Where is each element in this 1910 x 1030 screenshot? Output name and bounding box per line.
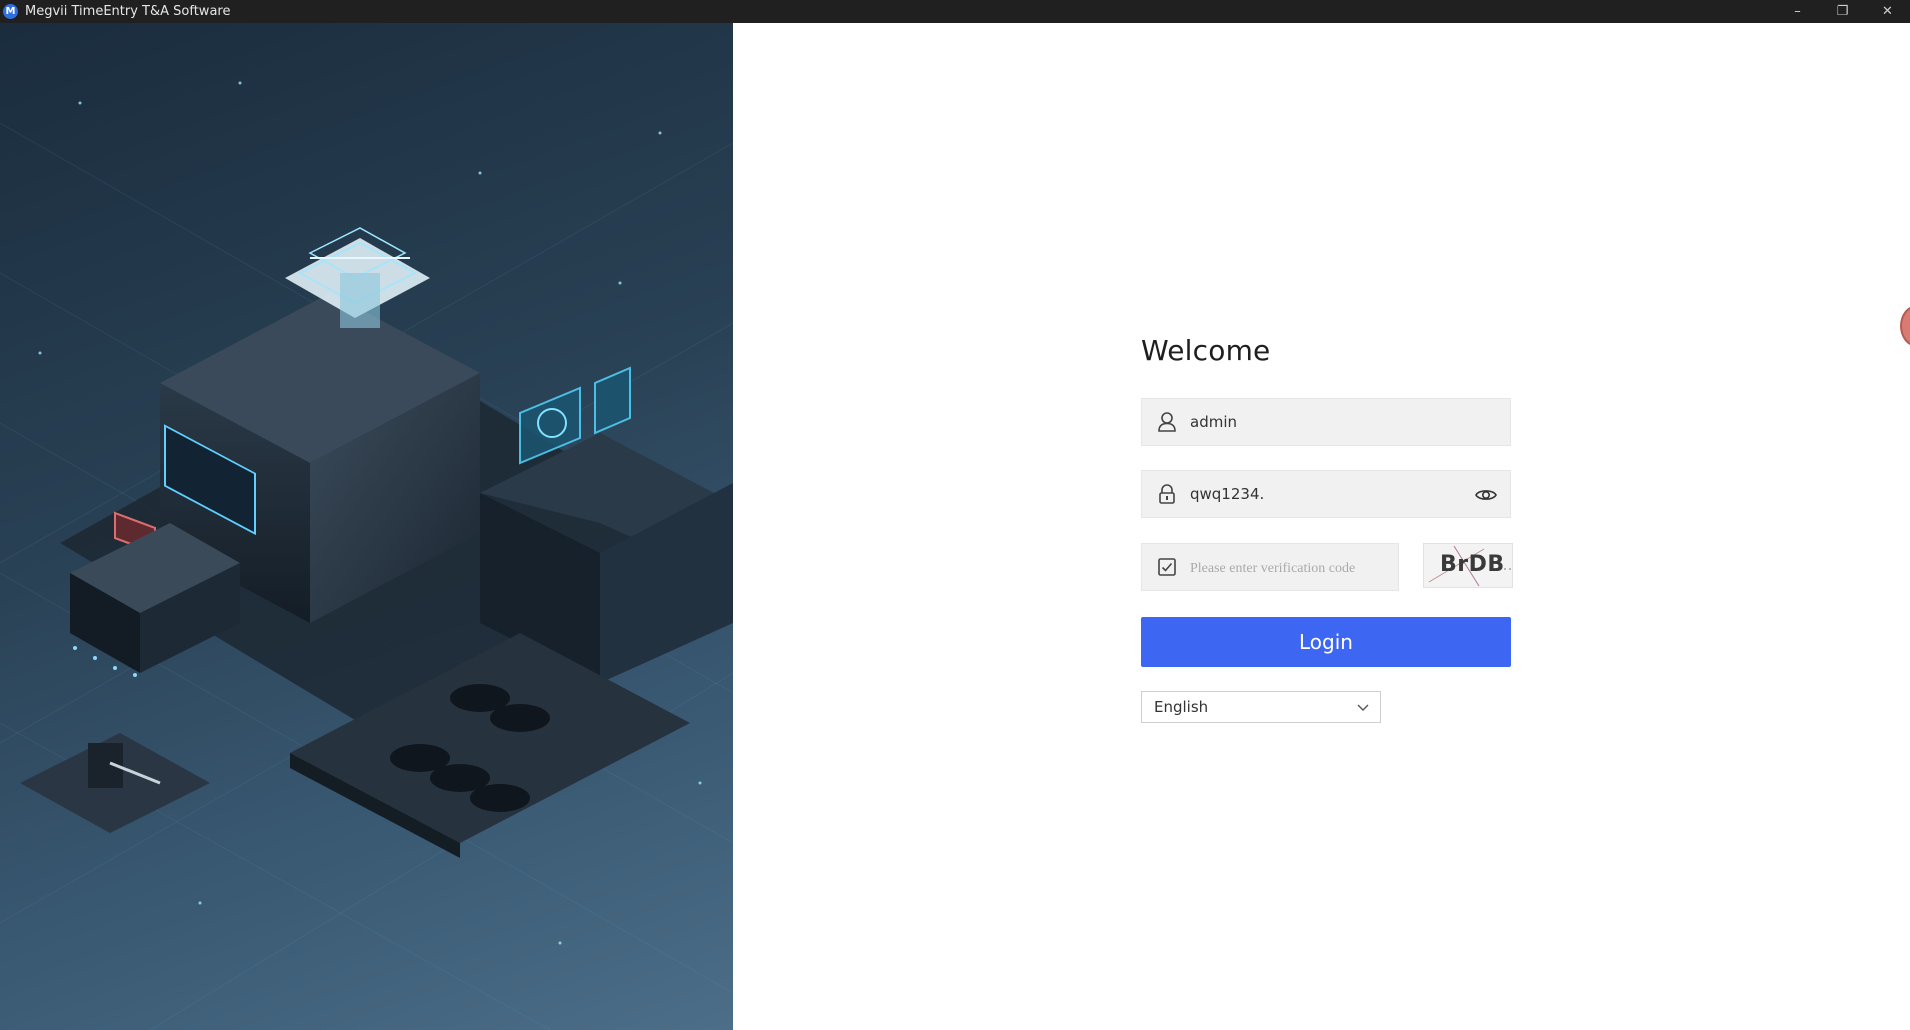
eye-icon[interactable] — [1474, 483, 1498, 507]
app-logo-icon: M — [3, 4, 18, 19]
floating-assistant-icon[interactable] — [1900, 305, 1910, 347]
user-icon — [1156, 411, 1178, 433]
close-button[interactable]: ✕ — [1865, 0, 1910, 23]
minimize-button[interactable]: – — [1775, 0, 1820, 23]
welcome-heading: Welcome — [1141, 334, 1271, 367]
window-title: Megvii TimeEntry T&A Software — [25, 4, 231, 19]
smart-building-illustration — [0, 81, 733, 1030]
captcha-image[interactable]: BrDB — [1423, 543, 1513, 588]
password-input[interactable] — [1190, 485, 1440, 503]
username-field[interactable] — [1141, 398, 1511, 446]
password-field[interactable] — [1141, 470, 1511, 518]
language-selected-value: English — [1154, 698, 1209, 716]
lock-icon — [1156, 483, 1178, 505]
restore-button[interactable]: ❐ — [1820, 0, 1865, 23]
language-select[interactable]: English — [1141, 691, 1381, 723]
chevron-down-icon — [1356, 700, 1370, 714]
checkbox-icon — [1156, 556, 1178, 578]
verification-field[interactable] — [1141, 543, 1399, 591]
verification-code-input[interactable] — [1190, 558, 1390, 576]
login-button[interactable]: Login — [1141, 617, 1511, 667]
captcha-text: BrDB — [1440, 552, 1505, 577]
hero-illustration — [0, 23, 733, 1030]
username-input[interactable] — [1190, 413, 1440, 431]
window-controls: – ❐ ✕ — [1775, 0, 1910, 23]
title-bar: M Megvii TimeEntry T&A Software – ❐ ✕ — [0, 0, 1910, 23]
